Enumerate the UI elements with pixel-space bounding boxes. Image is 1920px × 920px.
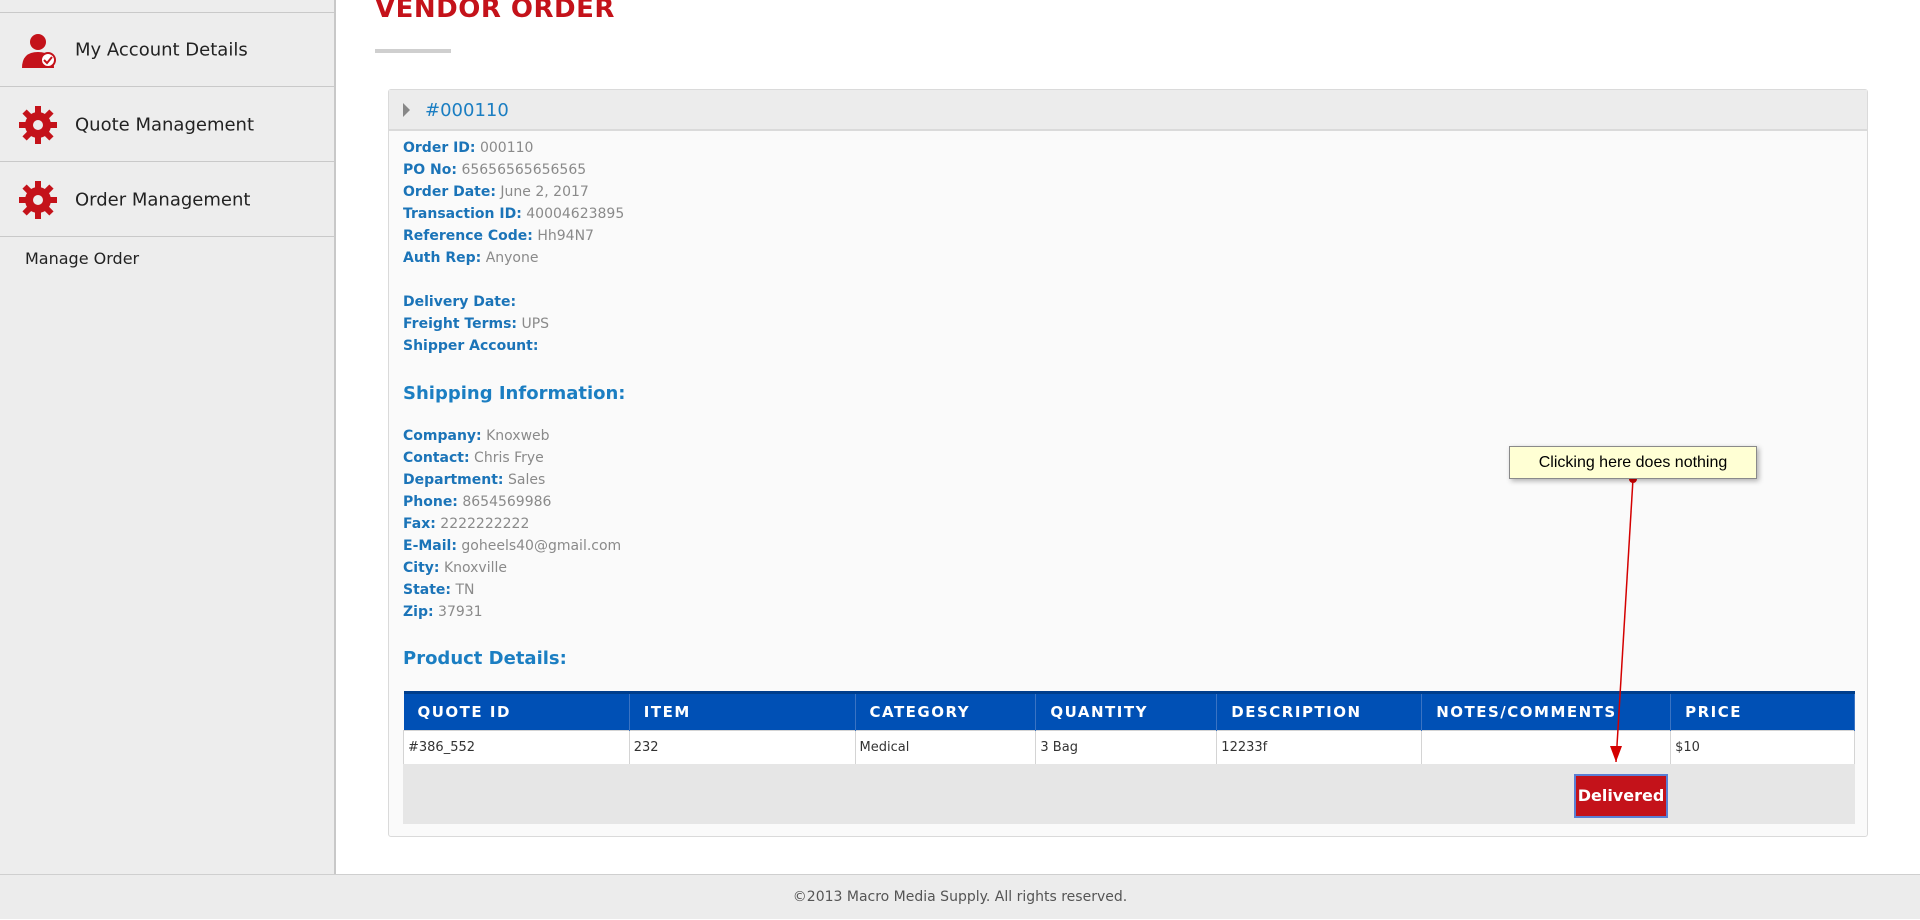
table-header-row: QUOTE ID ITEM CATEGORY QUANTITY DESCRIPT… bbox=[403, 691, 1855, 731]
page-title: VENDOR ORDER bbox=[375, 0, 615, 24]
field-auth-rep: Auth Rep: Anyone bbox=[403, 250, 539, 266]
title-underline bbox=[375, 49, 451, 53]
column-header: QUANTITY bbox=[1035, 691, 1218, 731]
field-state: State: TN bbox=[403, 582, 475, 598]
table-cell: #386_552 bbox=[403, 730, 630, 765]
table-cell bbox=[1421, 730, 1672, 765]
field-email: E-Mail: goheels40@gmail.com bbox=[403, 538, 622, 554]
sidebar-item-label: Order Management bbox=[75, 189, 251, 210]
field-shipper-account: Shipper Account: bbox=[403, 338, 539, 354]
table-cell: 232 bbox=[628, 730, 856, 765]
annotation-callout: Clicking here does nothing bbox=[1509, 446, 1757, 479]
field-delivery-date: Delivery Date: bbox=[403, 294, 517, 310]
field-freight-terms: Freight Terms: UPS bbox=[403, 316, 550, 332]
sidebar: My Account Details Quote Management Orde… bbox=[0, 0, 336, 874]
field-city: City: Knoxville bbox=[403, 560, 507, 576]
field-zip: Zip: 37931 bbox=[403, 604, 483, 620]
order-panel-header[interactable]: #000110 bbox=[389, 90, 1867, 131]
order-number: #000110 bbox=[425, 100, 509, 121]
caret-right-icon bbox=[403, 103, 410, 117]
sidebar-item-label: My Account Details bbox=[75, 39, 248, 60]
sidebar-subitem-manage-order[interactable]: Manage Order bbox=[25, 249, 139, 268]
column-header: CATEGORY bbox=[855, 691, 1037, 731]
column-header: QUOTE ID bbox=[403, 691, 630, 731]
column-header: DESCRIPTION bbox=[1216, 691, 1423, 731]
column-header: PRICE bbox=[1670, 691, 1855, 731]
shipping-heading: Shipping Information: bbox=[403, 383, 626, 404]
product-heading: Product Details: bbox=[403, 648, 567, 669]
field-order-date: Order Date: June 2, 2017 bbox=[403, 184, 589, 200]
gear-icon bbox=[18, 180, 58, 220]
column-header: ITEM bbox=[629, 691, 856, 731]
table-cell: $10 bbox=[1670, 730, 1855, 765]
sidebar-item-quote-management[interactable]: Quote Management bbox=[0, 88, 334, 162]
sidebar-item-label: Quote Management bbox=[75, 114, 255, 135]
main-content: VENDOR ORDER #000110 Order ID: 000110 PO… bbox=[338, 0, 1920, 874]
field-order-id: Order ID: 000110 bbox=[403, 140, 534, 156]
table-cell: 3 Bag bbox=[1035, 730, 1218, 765]
field-po-no: PO No: 65656565656565 bbox=[403, 162, 587, 178]
sidebar-item-my-account-details[interactable]: My Account Details bbox=[0, 13, 334, 87]
user-account-icon bbox=[18, 30, 58, 70]
footer: ©2013 Macro Media Supply. All rights res… bbox=[0, 874, 1920, 919]
product-table: QUOTE ID ITEM CATEGORY QUANTITY DESCRIPT… bbox=[403, 691, 1855, 765]
table-cell: 12233f bbox=[1216, 730, 1423, 765]
field-fax: Fax: 2222222222 bbox=[403, 516, 530, 532]
field-transaction-id: Transaction ID: 40004623895 bbox=[403, 206, 625, 222]
field-department: Department: Sales bbox=[403, 472, 546, 488]
field-contact: Contact: Chris Frye bbox=[403, 450, 544, 466]
field-reference-code: Reference Code: Hh94N7 bbox=[403, 228, 594, 244]
table-cell: Medical bbox=[854, 730, 1037, 765]
column-header: NOTES/COMMENTS bbox=[1421, 691, 1672, 731]
field-phone: Phone: 8654569986 bbox=[403, 494, 552, 510]
sidebar-item-order-management[interactable]: Order Management bbox=[0, 163, 334, 237]
table-footer: Delivered bbox=[403, 764, 1855, 824]
field-company: Company: Knoxweb bbox=[403, 428, 550, 444]
table-row: #386_552 232 Medical 3 Bag 12233f $10 bbox=[403, 730, 1855, 765]
delivered-status-button[interactable]: Delivered bbox=[1574, 774, 1668, 818]
gear-icon bbox=[18, 105, 58, 145]
